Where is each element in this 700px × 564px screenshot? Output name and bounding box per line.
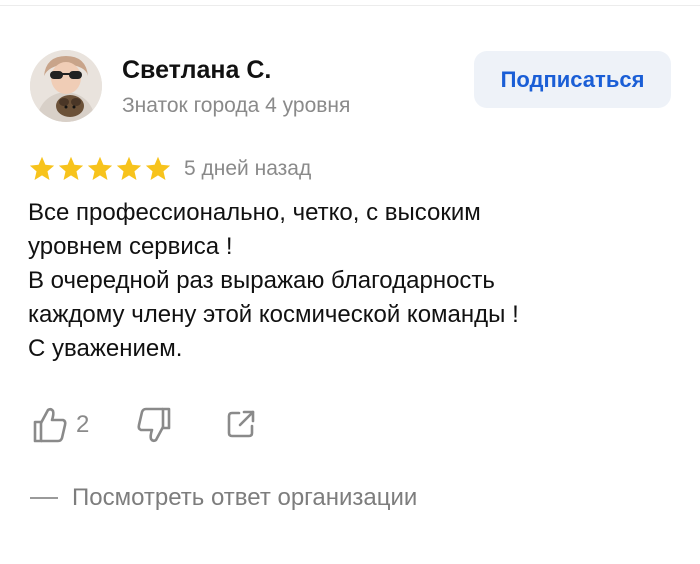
review-card: Светлана С. Знаток города 4 уровня Подпи… bbox=[0, 0, 700, 564]
divider bbox=[0, 5, 700, 6]
author-rank: Знаток города 4 уровня bbox=[122, 94, 351, 117]
star-icon bbox=[116, 156, 142, 180]
review-line: В очередной раз выражаю благодарность bbox=[28, 267, 495, 294]
subscribe-button[interactable]: Подписаться bbox=[474, 51, 671, 108]
review-line: каждому члену этой космической команды ! bbox=[28, 301, 519, 328]
author-name[interactable]: Светлана С. bbox=[122, 56, 271, 85]
review-line: уровнем сервиса ! bbox=[28, 233, 233, 260]
avatar-photo bbox=[30, 50, 102, 122]
star-icon bbox=[58, 156, 84, 180]
star-icon bbox=[29, 156, 55, 180]
share-icon bbox=[227, 410, 255, 438]
review-date: 5 дней назад bbox=[184, 157, 312, 180]
like-count: 2 bbox=[76, 411, 90, 438]
view-org-reply-link[interactable]: Посмотреть ответ организации bbox=[30, 484, 417, 512]
star-icon bbox=[145, 156, 171, 180]
like-button[interactable]: 2 bbox=[32, 406, 89, 444]
thumbs-up-icon bbox=[33, 407, 67, 443]
dash-divider bbox=[30, 497, 58, 499]
star-icon bbox=[87, 156, 113, 180]
review-text: Все профессионально, четко, с высоким ур… bbox=[28, 196, 678, 366]
review-line: Все профессионально, четко, с высоким bbox=[28, 199, 481, 226]
rating-stars bbox=[28, 155, 172, 183]
share-button[interactable] bbox=[225, 408, 257, 445]
avatar[interactable] bbox=[30, 50, 102, 122]
dislike-button[interactable] bbox=[134, 406, 172, 449]
review-line: С уважением. bbox=[28, 335, 183, 362]
thumbs-down-icon bbox=[137, 407, 171, 443]
org-reply-label: Посмотреть ответ организации bbox=[72, 484, 418, 511]
